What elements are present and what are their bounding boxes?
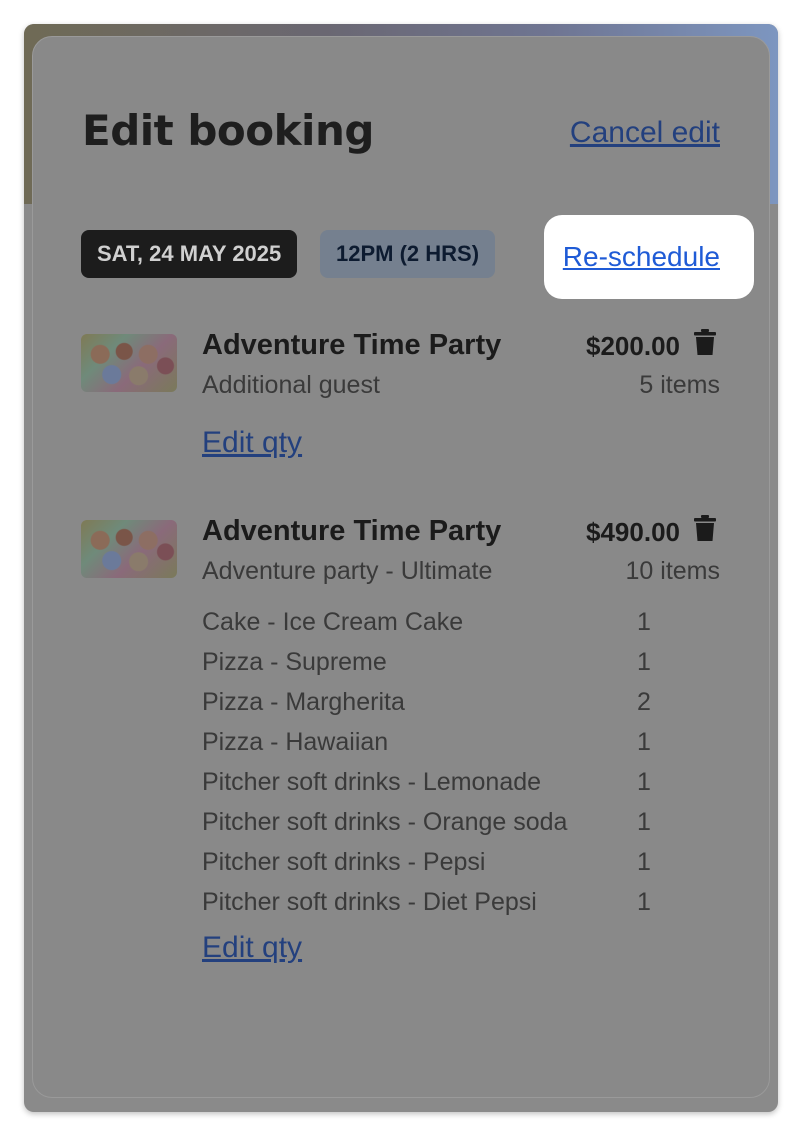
line-label: Pitcher soft drinks - Orange soda [202,807,568,836]
line-label: Pitcher soft drinks - Lemonade [202,767,542,796]
party-thumbnail [81,520,177,578]
line-qty: 1 [637,887,651,916]
line-label: Pizza - Hawaiian [202,727,389,756]
item-count: 5 items [639,371,720,399]
item-name: Adventure Time Party [202,515,502,547]
cancel-edit-link[interactable]: Cancel edit [570,116,720,150]
line-qty: 1 [637,727,651,756]
edit-qty-link[interactable]: Edit qty [202,931,302,965]
list-item: Pizza - Supreme 1 [202,642,672,682]
line-qty: 1 [637,767,651,796]
item-price: $200.00 [586,331,680,361]
item-name: Adventure Time Party [202,329,502,361]
list-item: Pitcher soft drinks - Pepsi 1 [202,842,672,882]
line-label: Cake - Ice Cream Cake [202,607,464,636]
item-count: 10 items [625,557,720,585]
time-chip: 12PM (2 HRS) [320,230,496,278]
list-item: Pizza - Margherita 2 [202,682,672,722]
line-label: Pizza - Margherita [202,687,405,716]
line-label: Pizza - Supreme [202,647,387,676]
line-qty: 1 [637,807,651,836]
page-title: Edit booking [82,106,374,155]
item-subtitle: Adventure party - Ultimate [202,557,493,585]
line-qty: 2 [637,687,651,716]
list-item: Pitcher soft drinks - Lemonade 1 [202,762,672,802]
line-qty: 1 [637,647,651,676]
line-label: Pitcher soft drinks - Pepsi [202,847,486,876]
date-chip: SAT, 24 MAY 2025 [81,230,298,278]
edit-qty-link[interactable]: Edit qty [202,426,302,460]
trash-icon[interactable] [694,515,716,541]
party-thumbnail [81,334,177,392]
item-price: $490.00 [586,517,680,547]
reschedule-highlight: Re-schedule [544,215,754,299]
item-subtitle: Additional guest [202,371,380,399]
line-qty: 1 [637,847,651,876]
list-item: Cake - Ice Cream Cake 1 [202,602,672,642]
list-item: Pizza - Hawaiian 1 [202,722,672,762]
list-item: Pitcher soft drinks - Diet Pepsi 1 [202,882,672,922]
reschedule-link[interactable]: Re-schedule [563,241,720,273]
trash-icon[interactable] [694,329,716,355]
line-qty: 1 [637,607,651,636]
list-item: Pitcher soft drinks - Orange soda 1 [202,802,672,842]
line-label: Pitcher soft drinks - Diet Pepsi [202,887,537,916]
item-line-list: Cake - Ice Cream Cake 1 Pizza - Supreme … [202,602,672,922]
